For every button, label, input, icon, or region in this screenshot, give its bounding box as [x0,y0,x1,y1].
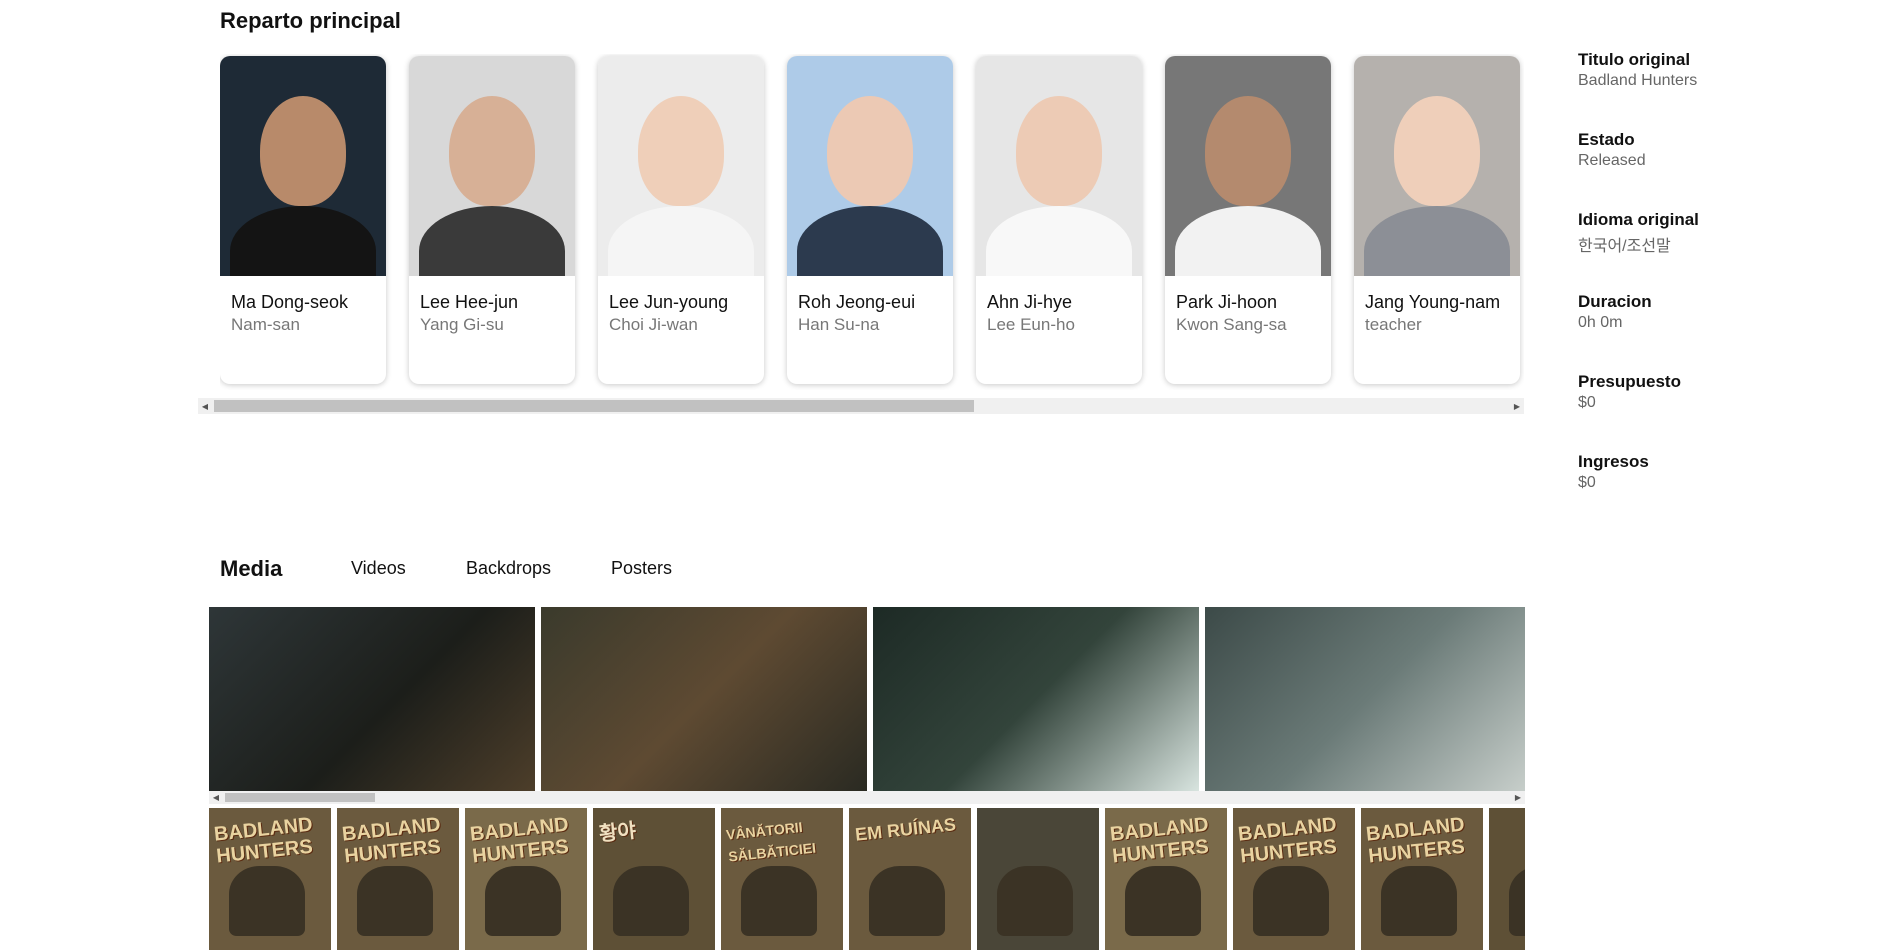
cast-role: Kwon Sang-sa [1176,315,1287,334]
media-section-title: Media [220,556,283,581]
poster-image[interactable] [1489,808,1525,950]
cast-card[interactable]: Lee Hee-jun Yang Gi-su [409,56,575,384]
info-value: $0 [1578,474,1596,491]
info-label: Duracion [1578,292,1652,311]
cast-role: Lee Eun-ho [987,315,1075,334]
cast-card[interactable]: Lee Jun-young Choi Ji-wan [598,56,764,384]
poster-image[interactable]: BADLAND HUNTERS [209,808,331,950]
cast-photo [1165,56,1331,276]
info-status: Estado Released [1578,130,1646,170]
poster-image[interactable]: EM RUÍNAS [849,808,971,950]
poster-image[interactable] [977,808,1099,950]
poster-image[interactable]: BADLAND HUNTERS [1105,808,1227,950]
cast-role: teacher [1365,315,1422,334]
cast-photo [787,56,953,276]
backdrop-image[interactable] [873,607,1199,791]
cast-card[interactable]: Roh Jeong-eui Han Su-na [787,56,953,384]
cast-name: Lee Hee-jun [420,292,519,312]
cast-card[interactable]: Park Ji-hoon Kwon Sang-sa [1165,56,1331,384]
cast-card[interactable]: Jang Young-nam teacher [1354,56,1520,384]
backdrop-image[interactable] [209,607,535,791]
cast-name: Ahn Ji-hye [987,292,1073,312]
tab-videos[interactable]: Videos [351,558,406,579]
cast-role: Nam-san [231,315,300,334]
backdrops-scroller[interactable] [209,607,1525,791]
cast-card[interactable]: Ma Dong-seok Nam-san [220,56,386,384]
cast-name: Lee Jun-young [609,292,729,312]
info-budget: Presupuesto $0 [1578,372,1681,412]
cast-photo [409,56,575,276]
cast-photo [220,56,386,276]
cast-list: Ma Dong-seok Nam-san Lee Hee-jun Yang Gi… [220,54,1524,390]
cast-name: Park Ji-hoon [1176,292,1278,312]
poster-image[interactable]: BADLAND HUNTERS [337,808,459,950]
info-duration: Duracion 0h 0m [1578,292,1652,332]
info-value: 한국어/조선말 [1578,238,1671,255]
backdrop-image[interactable] [541,607,867,791]
info-label: Ingresos [1578,452,1649,471]
posters-scroller[interactable]: BADLAND HUNTERS BADLAND HUNTERS BADLAND … [209,808,1525,950]
scroll-right-arrow-icon[interactable]: ▶ [1511,791,1525,804]
backdrop-image[interactable] [1205,607,1525,791]
info-label: Idioma original [1578,210,1699,229]
cast-scroller[interactable]: Ma Dong-seok Nam-san Lee Hee-jun Yang Gi… [198,52,1524,414]
cast-section-title: Reparto principal [220,8,401,33]
scroll-right-arrow-icon[interactable]: ▶ [1510,398,1524,414]
info-value: 0h 0m [1578,314,1623,331]
cast-card[interactable]: Ahn Ji-hye Lee Eun-ho [976,56,1142,384]
cast-photo [976,56,1142,276]
cast-photo [598,56,764,276]
cast-scrollbar-thumb[interactable] [214,400,974,412]
cast-role: Yang Gi-su [420,315,504,334]
tab-backdrops[interactable]: Backdrops [466,558,551,579]
cast-name: Jang Young-nam [1365,292,1501,312]
poster-image[interactable]: BADLAND HUNTERS [1233,808,1355,950]
info-original-title: Titulo original Badland Hunters [1578,50,1697,90]
cast-name: Ma Dong-seok [231,292,349,312]
cast-role: Choi Ji-wan [609,315,698,334]
info-value: Badland Hunters [1578,72,1698,89]
info-value: $0 [1578,394,1596,411]
scroll-left-arrow-icon[interactable]: ◀ [209,791,223,804]
scroll-left-arrow-icon[interactable]: ◀ [198,398,212,414]
info-label: Presupuesto [1578,372,1681,391]
info-label: Estado [1578,130,1635,149]
info-label: Titulo original [1578,50,1691,69]
backdrops-scrollbar[interactable]: ◀ ▶ [209,791,1525,804]
poster-image[interactable]: BADLAND HUNTERS [465,808,587,950]
info-revenue: Ingresos $0 [1578,452,1649,492]
cast-name: Roh Jeong-eui [798,292,916,312]
info-original-language: Idioma original 한국어/조선말 [1578,210,1699,256]
info-value: Released [1578,152,1646,169]
poster-image[interactable]: 황야 [593,808,715,950]
backdrops-scrollbar-thumb[interactable] [225,793,375,802]
cast-scrollbar[interactable]: ◀ ▶ [198,398,1524,414]
tab-posters[interactable]: Posters [611,558,672,579]
poster-image[interactable]: BADLAND HUNTERS [1361,808,1483,950]
poster-image[interactable]: VÂNĂTORII SĂLBĂTICIEI [721,808,843,950]
cast-photo [1354,56,1520,276]
cast-role: Han Su-na [798,315,880,334]
